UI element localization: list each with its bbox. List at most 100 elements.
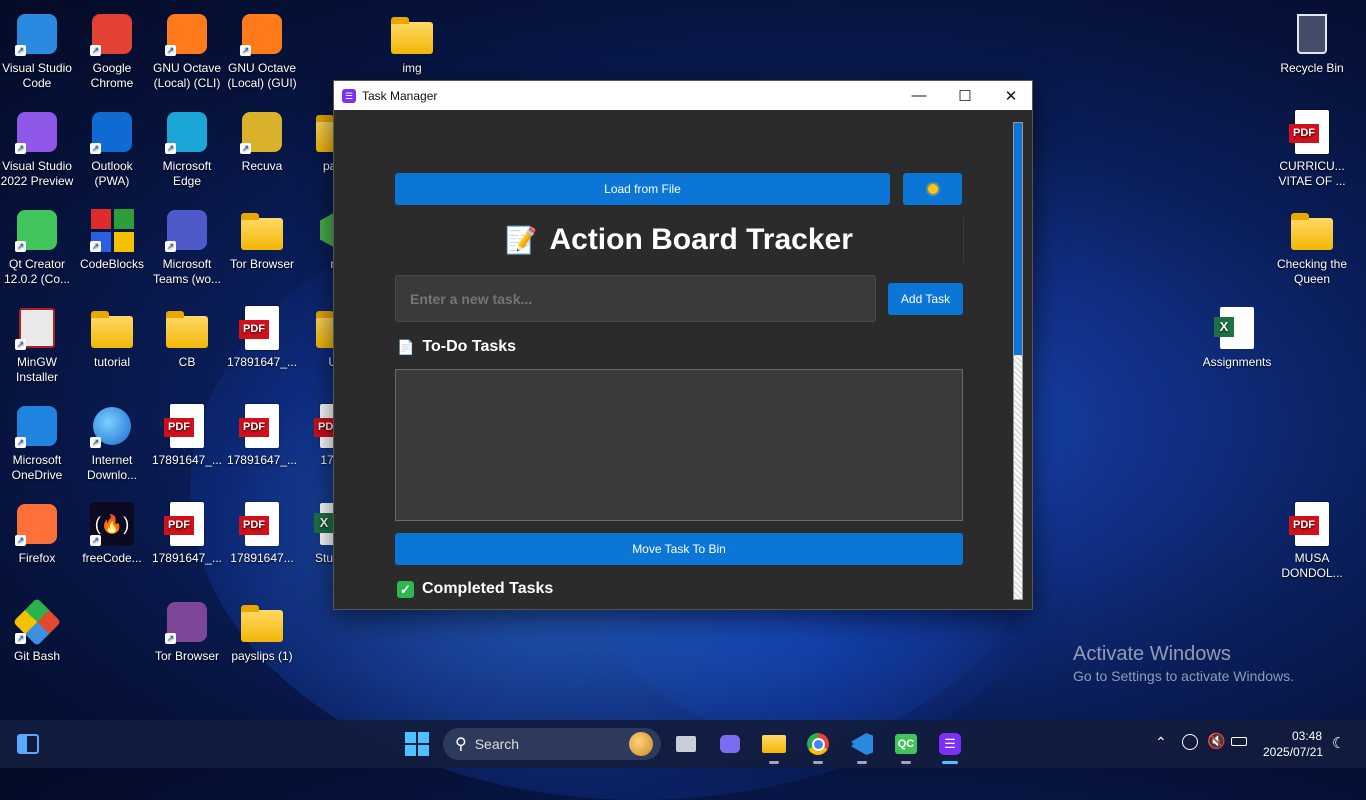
qt-creator-icon[interactable]: QC (892, 730, 920, 764)
desktop-icon[interactable]: PDF 17891647_... (150, 402, 224, 468)
meet-icon[interactable] (716, 730, 744, 758)
vscode-icon: ↗ (13, 10, 61, 58)
desktop-icon[interactable]: ↗ Outlook (PWA) (75, 108, 149, 189)
todo-list[interactable] (395, 369, 963, 521)
add-task-button[interactable]: Add Task (888, 283, 963, 315)
desktop-icon[interactable]: ↗ Visual Studio 2022 Preview (0, 108, 74, 189)
completed-header: ✓ Completed Tasks (397, 580, 553, 598)
desktop-icon[interactable]: ↗ CodeBlocks (75, 206, 149, 272)
todo-label: To-Do Tasks (422, 338, 517, 355)
theme-toggle-button[interactable] (903, 173, 962, 205)
desktop-icon-label: 17891647... (230, 551, 294, 565)
scrollbar-thumb[interactable] (1014, 123, 1022, 355)
check-icon: ✓ (397, 580, 414, 598)
desktop-icon[interactable]: ↗ Microsoft OneDrive (0, 402, 74, 483)
desktop-icon[interactable]: Recycle Bin (1275, 10, 1349, 76)
desktop-icon[interactable]: ↗ Git Bash (0, 597, 74, 664)
desktop-icon-label: Tor Browser (229, 257, 294, 271)
minimize-button[interactable]: — (896, 81, 942, 110)
shortcut-arrow-icon: ↗ (90, 437, 101, 448)
desktop-icon[interactable]: ↗ Firefox (0, 500, 74, 566)
notifications-icon[interactable]: ☾ (1332, 734, 1345, 752)
widgets-icon[interactable] (14, 730, 42, 758)
move-task-to-bin-button[interactable]: Move Task To Bin (395, 533, 963, 565)
onedrive-icon: ↗ (13, 402, 61, 450)
desktop-icon[interactable]: Tor Browser (225, 206, 299, 272)
new-task-input[interactable] (395, 275, 876, 322)
clock-time[interactable]: 03:48 (1292, 729, 1322, 743)
battery-icon[interactable] (1231, 737, 1247, 746)
pdf-icon: PDF (163, 402, 211, 450)
search-label: Search (474, 736, 520, 752)
desktop-icon[interactable]: PDF MUSA DONDOL... (1275, 500, 1349, 581)
desktop-icon[interactable]: ↗ GNU Octave (Local) (CLI) (150, 10, 224, 91)
desktop-icon-label: 17891647_... (151, 453, 223, 467)
desktop-icon-label: Tor Browser (154, 649, 219, 663)
desktop-icon[interactable]: PDF CURRICU... VITAE OF ... (1275, 108, 1349, 189)
firefox-icon: ↗ (13, 500, 61, 548)
desktop-icon[interactable]: ↗ MinGW Installer (0, 304, 74, 385)
teams-icon: ↗ (163, 206, 211, 254)
desktop-icon[interactable]: ↗ Visual Studio Code (0, 10, 74, 91)
task-manager-window: ☰ Task Manager — ☐ ✕ Load from File 📝 Ac… (333, 80, 1033, 610)
volume-muted-icon[interactable]: 🔇 (1207, 732, 1226, 750)
desktop-icon-label: img (402, 61, 422, 75)
git-icon: ↗ (12, 597, 62, 647)
desktop-icon[interactable]: img (375, 10, 449, 76)
globe-icon[interactable] (1182, 734, 1198, 750)
desktop-icon[interactable]: ↗ Tor Browser (150, 598, 224, 664)
desktop-icon[interactable]: PDF 17891647_... (150, 500, 224, 566)
title-bar[interactable]: ☰ Task Manager — ☐ ✕ (334, 81, 1032, 110)
desktop-icon-label: Assignments (1202, 355, 1272, 369)
desktop-icon[interactable]: tutorial (75, 304, 149, 370)
desktop-icon-label: 17891647_... (151, 551, 223, 565)
todo-header: 📄 To-Do Tasks (397, 338, 516, 356)
desktop-icon[interactable]: ↗ Google Chrome (75, 10, 149, 91)
task-manager-app-icon[interactable]: ☰ (936, 730, 964, 764)
outlook-icon: ↗ (88, 108, 136, 156)
sun-icon (927, 184, 938, 194)
desktop-icon[interactable]: ↗ Qt Creator 12.0.2 (Co... (0, 206, 74, 287)
start-button[interactable] (403, 730, 431, 758)
shortcut-arrow-icon: ↗ (15, 437, 26, 448)
task-view-icon[interactable] (672, 730, 700, 758)
search-icon: ⚲ (455, 736, 467, 753)
shortcut-arrow-icon: ↗ (15, 535, 26, 546)
desktop-icon[interactable]: PDF 17891647_... (225, 304, 299, 370)
desktop-icon[interactable]: ↗ GNU Octave (Local) (GUI) (225, 10, 299, 91)
desktop-icon[interactable]: ↗ Microsoft Edge (150, 108, 224, 189)
shortcut-arrow-icon: ↗ (240, 45, 251, 56)
desktop-icon-label: tutorial (93, 355, 131, 369)
desktop-icon[interactable]: ↗ Recuva (225, 108, 299, 174)
activate-windows-title: Activate Windows (1073, 643, 1231, 665)
chevron-up-icon[interactable]: ⌃ (1155, 734, 1167, 751)
close-button[interactable]: ✕ (988, 81, 1034, 110)
desktop-icon[interactable]: ↗ Microsoft Teams (wo... (150, 206, 224, 287)
shortcut-arrow-icon: ↗ (165, 45, 176, 56)
desktop-icon[interactable]: ↗ Internet Downlo... (75, 402, 149, 483)
pdf-icon: PDF (238, 402, 286, 450)
chrome-icon[interactable] (804, 730, 832, 764)
file-explorer-icon[interactable] (760, 730, 788, 764)
vscode-icon[interactable] (848, 730, 876, 764)
desktop-icon[interactable]: payslips (1) (225, 598, 299, 664)
desktop-icon-label: Visual Studio 2022 Preview (0, 159, 74, 188)
desktop-icon-label: 17891647_... (226, 453, 298, 467)
desktop-icon[interactable]: CB (150, 304, 224, 370)
desktop-icon[interactable]: Checking the Queen (1275, 206, 1349, 287)
desktop-icon[interactable]: X Assignments (1200, 304, 1274, 370)
octave-icon: ↗ (163, 10, 211, 58)
shortcut-arrow-icon: ↗ (15, 143, 26, 154)
chrome-icon: ↗ (88, 10, 136, 58)
desktop-icon[interactable]: PDF 17891647_... (225, 402, 299, 468)
clock-date[interactable]: 2025/07/21 (1263, 745, 1323, 759)
search-box[interactable]: ⚲ Search (443, 728, 661, 760)
desktop-icon-label: GNU Octave (Local) (CLI) (152, 61, 221, 90)
pdf-icon: PDF (238, 304, 286, 352)
desktop-icon[interactable]: (🔥) ↗ freeCode... (75, 500, 149, 566)
maximize-button[interactable]: ☐ (942, 81, 988, 110)
memo-icon: 📝 (505, 224, 538, 255)
desktop-icon[interactable]: PDF 17891647... (225, 500, 299, 566)
scrollbar[interactable] (1013, 122, 1023, 600)
load-from-file-button[interactable]: Load from File (395, 173, 890, 205)
